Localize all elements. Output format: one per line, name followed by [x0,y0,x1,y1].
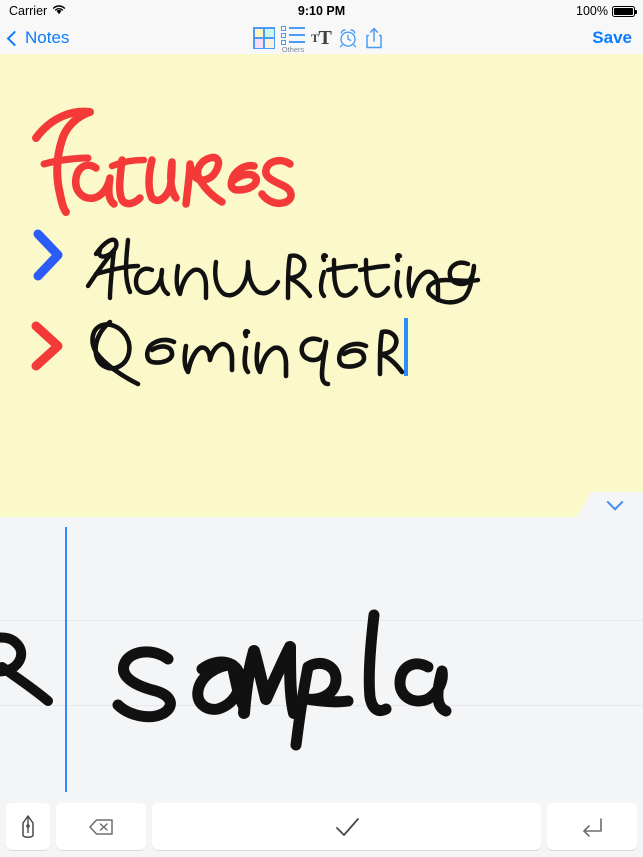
delete-button[interactable] [56,803,146,850]
share-button[interactable] [365,27,383,49]
back-to-notes-button[interactable]: Notes [6,22,70,54]
note-bullet-1-icon [33,229,63,281]
note-canvas[interactable] [0,54,643,517]
checklist-others-button[interactable]: Others [281,23,305,54]
others-label: Others [281,44,305,54]
backspace-icon [89,818,113,835]
confirm-button[interactable] [152,803,541,850]
text-size-button[interactable]: TT [311,27,332,49]
status-bar: Carrier 9:10 PM 100% [0,0,643,22]
app-root: Carrier 9:10 PM 100% Notes Others T T Sa… [0,0,643,857]
grid-icon [253,27,275,49]
alarm-reminder-button[interactable] [337,27,359,49]
return-button[interactable] [547,803,637,850]
chevron-left-icon [6,30,23,46]
back-button-label: Notes [25,28,70,47]
handwriting-input-panel[interactable] [0,517,643,800]
checkmark-icon [335,817,359,836]
status-bar-right: 100% [576,4,637,18]
note-bullet-2-icon [31,321,63,371]
pen-button[interactable] [6,803,50,850]
checklist-icon [281,25,305,45]
note-ink-strokes [31,107,481,387]
chevron-down-icon [606,493,624,511]
save-button[interactable]: Save [592,22,632,54]
pen-nib-icon [22,814,34,838]
battery-percent-label: 100% [576,4,608,18]
handwriting-keyboard-toolbar [0,800,643,857]
note-text-caret [404,318,408,376]
text-size-small-t: T [311,31,319,45]
text-size-big-t: T [318,27,332,49]
nav-toolbar: Others TT [253,22,383,54]
grid-layout-button[interactable] [253,27,275,49]
status-bar-clock: 9:10 PM [297,4,346,18]
handwriting-ink-strokes [0,609,452,751]
return-arrow-icon [583,817,602,837]
share-icon [366,27,383,49]
battery-full-icon [612,5,637,17]
alarm-clock-icon [340,29,357,48]
nav-bar: Notes Others T T Save [0,22,643,55]
